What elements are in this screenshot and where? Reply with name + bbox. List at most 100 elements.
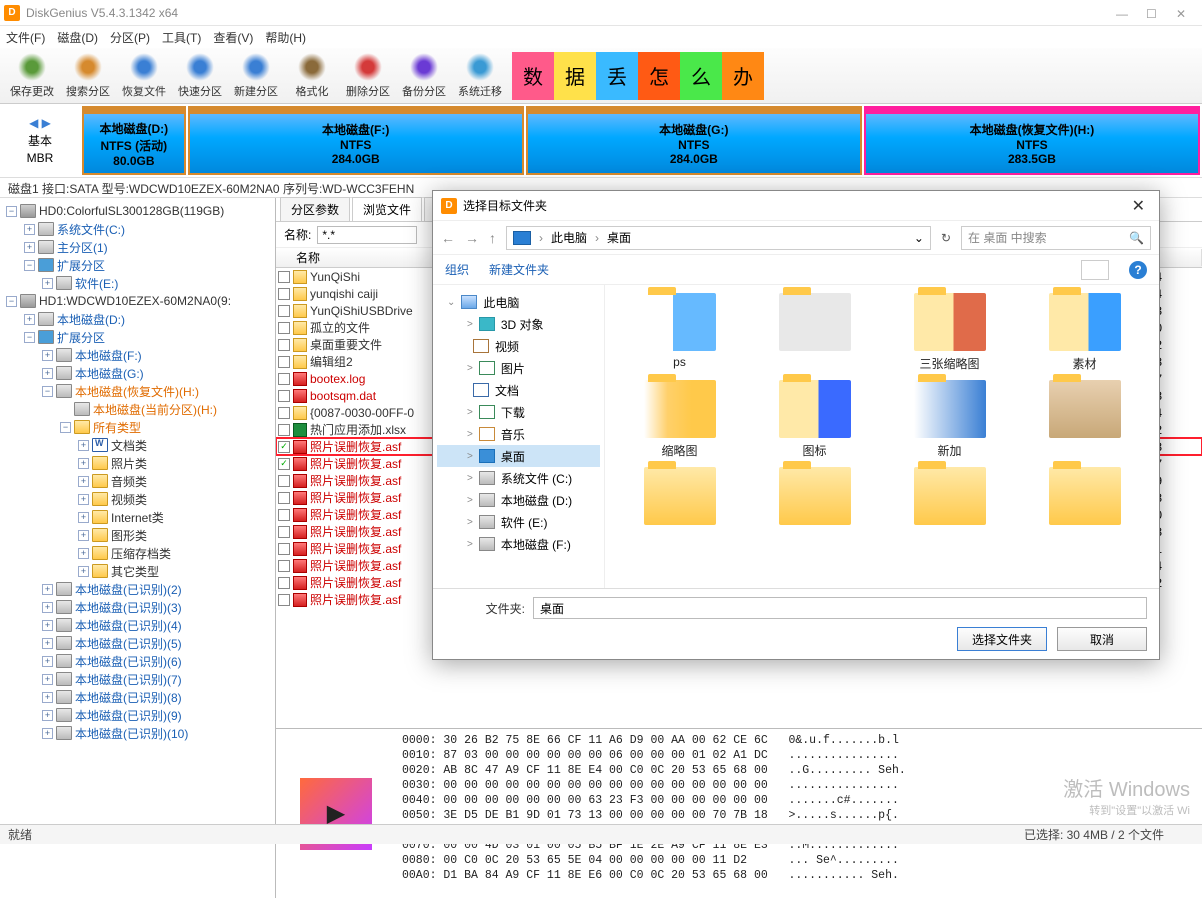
chevron-icon[interactable]: >	[467, 407, 473, 418]
menu-disk[interactable]: 磁盘(D)	[57, 29, 98, 46]
tool-0[interactable]: 保存更改	[4, 49, 60, 103]
tool-4[interactable]: 新建分区	[228, 49, 284, 103]
dialog-tree-node[interactable]: >本地磁盘 (F:)	[437, 533, 600, 555]
nav-back-button[interactable]: ←	[441, 230, 455, 246]
select-folder-button[interactable]: 选择文件夹	[957, 627, 1047, 651]
chevron-icon[interactable]: ⌄	[447, 297, 455, 308]
chevron-icon[interactable]: >	[467, 495, 473, 506]
new-folder-button[interactable]: 新建文件夹	[489, 261, 549, 278]
folder-item[interactable]: ps	[617, 293, 742, 372]
menu-view[interactable]: 查看(V)	[213, 29, 253, 46]
tree-node[interactable]: +本地磁盘(已识别)(5)	[2, 634, 273, 652]
maximize-button[interactable]: ☐	[1146, 7, 1158, 19]
expand-icon[interactable]: +	[24, 224, 35, 235]
expand-icon[interactable]: +	[42, 602, 53, 613]
expand-icon[interactable]: −	[60, 422, 71, 433]
checkbox[interactable]	[278, 577, 290, 589]
checkbox[interactable]	[278, 373, 290, 385]
checkbox[interactable]	[278, 288, 290, 300]
cancel-button[interactable]: 取消	[1057, 627, 1147, 651]
tree-node[interactable]: +本地磁盘(已识别)(2)	[2, 580, 273, 598]
tree-node[interactable]: +照片类	[2, 454, 273, 472]
tree-node[interactable]: +本地磁盘(已识别)(9)	[2, 706, 273, 724]
chevron-icon[interactable]: >	[467, 363, 473, 374]
checkbox[interactable]	[278, 458, 290, 470]
dialog-tree-node[interactable]: >桌面	[437, 445, 600, 467]
expand-icon[interactable]: +	[42, 368, 53, 379]
tool-8[interactable]: 系统迁移	[452, 49, 508, 103]
checkbox[interactable]	[278, 322, 290, 334]
checkbox[interactable]	[278, 407, 290, 419]
expand-icon[interactable]: +	[42, 692, 53, 703]
menu-partition[interactable]: 分区(P)	[110, 29, 150, 46]
folder-field-input[interactable]	[533, 597, 1147, 619]
crumb-pc[interactable]: 此电脑	[551, 229, 587, 246]
partition-2[interactable]: 本地磁盘(G:)NTFS284.0GB	[526, 106, 862, 175]
expand-icon[interactable]: +	[42, 350, 53, 361]
dialog-tree-node[interactable]: >系统文件 (C:)	[437, 467, 600, 489]
checkbox[interactable]	[278, 509, 290, 521]
expand-icon[interactable]: +	[78, 440, 89, 451]
dialog-tree-node[interactable]: ⌄此电脑	[437, 291, 600, 313]
expand-icon[interactable]: +	[42, 620, 53, 631]
tree-node[interactable]: −HD0:ColorfulSL300128GB(119GB)	[2, 202, 273, 220]
dialog-search-input[interactable]: 在 桌面 中搜索 🔍	[961, 226, 1151, 250]
expand-icon[interactable]: +	[42, 728, 53, 739]
tool-7[interactable]: 备份分区	[396, 49, 452, 103]
expand-icon[interactable]: −	[42, 386, 53, 397]
checkbox[interactable]	[278, 271, 290, 283]
banner-ad[interactable]: 数据丢怎么办	[512, 52, 764, 100]
chevron-icon[interactable]: >	[467, 473, 473, 484]
partition-1[interactable]: 本地磁盘(F:)NTFS284.0GB	[188, 106, 524, 175]
dialog-tree-node[interactable]: >图片	[437, 357, 600, 379]
tree-node[interactable]: +压缩存档类	[2, 544, 273, 562]
chevron-icon[interactable]: >	[467, 517, 473, 528]
chevron-icon[interactable]: >	[467, 539, 473, 550]
dialog-tree-node[interactable]: >3D 对象	[437, 313, 600, 335]
tree-node[interactable]: +本地磁盘(F:)	[2, 346, 273, 364]
folder-item[interactable]	[752, 293, 877, 372]
expand-icon[interactable]: +	[24, 314, 35, 325]
checkbox[interactable]	[278, 339, 290, 351]
tree-node[interactable]: +音频类	[2, 472, 273, 490]
tool-3[interactable]: 快速分区	[172, 49, 228, 103]
help-button[interactable]: ?	[1129, 261, 1147, 279]
menu-file[interactable]: 文件(F)	[6, 29, 45, 46]
nav-arrows-icon[interactable]: ◀ ▶	[29, 116, 51, 130]
view-mode-button[interactable]	[1081, 260, 1109, 280]
checkbox[interactable]	[278, 492, 290, 504]
disk-tree[interactable]: −HD0:ColorfulSL300128GB(119GB)+系统文件(C:)+…	[0, 198, 276, 898]
expand-icon[interactable]: +	[78, 512, 89, 523]
nav-up-button[interactable]: ↑	[489, 230, 496, 246]
expand-icon[interactable]: −	[24, 260, 35, 271]
expand-icon[interactable]: +	[42, 674, 53, 685]
folder-item[interactable]	[752, 467, 877, 543]
tree-node[interactable]: +本地磁盘(已识别)(8)	[2, 688, 273, 706]
folder-item[interactable]	[887, 467, 1012, 543]
expand-icon[interactable]: −	[6, 296, 17, 307]
dialog-tree-node[interactable]: >软件 (E:)	[437, 511, 600, 533]
tree-node[interactable]: +本地磁盘(D:)	[2, 310, 273, 328]
tool-2[interactable]: 恢复文件	[116, 49, 172, 103]
dialog-tree-node[interactable]: >本地磁盘 (D:)	[437, 489, 600, 511]
checkbox[interactable]	[278, 441, 290, 453]
partition-3[interactable]: 本地磁盘(恢复文件)(H:)NTFS283.5GB	[864, 106, 1200, 175]
breadcrumb[interactable]: › 此电脑 › 桌面 ⌄	[506, 226, 931, 250]
folder-item[interactable]	[617, 467, 742, 543]
tree-node[interactable]: +视频类	[2, 490, 273, 508]
dialog-tree-node[interactable]: >下载	[437, 401, 600, 423]
folder-item[interactable]: 图标	[752, 380, 877, 459]
checkbox[interactable]	[278, 305, 290, 317]
tool-5[interactable]: 格式化	[284, 49, 340, 103]
checkbox[interactable]	[278, 526, 290, 538]
tree-node[interactable]: +本地磁盘(已识别)(6)	[2, 652, 273, 670]
tree-node[interactable]: −所有类型	[2, 418, 273, 436]
tree-node[interactable]: +软件(E:)	[2, 274, 273, 292]
name-filter-input[interactable]	[317, 226, 417, 244]
folder-item[interactable]: 新加	[887, 380, 1012, 459]
checkbox[interactable]	[278, 594, 290, 606]
dialog-nav-tree[interactable]: ⌄此电脑>3D 对象视频>图片文档>下载>音乐>桌面>系统文件 (C:)>本地磁…	[433, 285, 605, 588]
expand-icon[interactable]: +	[78, 476, 89, 487]
tree-node[interactable]: −HD1:WDCWD10EZEX-60M2NA0(9:	[2, 292, 273, 310]
tree-node[interactable]: −本地磁盘(恢复文件)(H:)	[2, 382, 273, 400]
